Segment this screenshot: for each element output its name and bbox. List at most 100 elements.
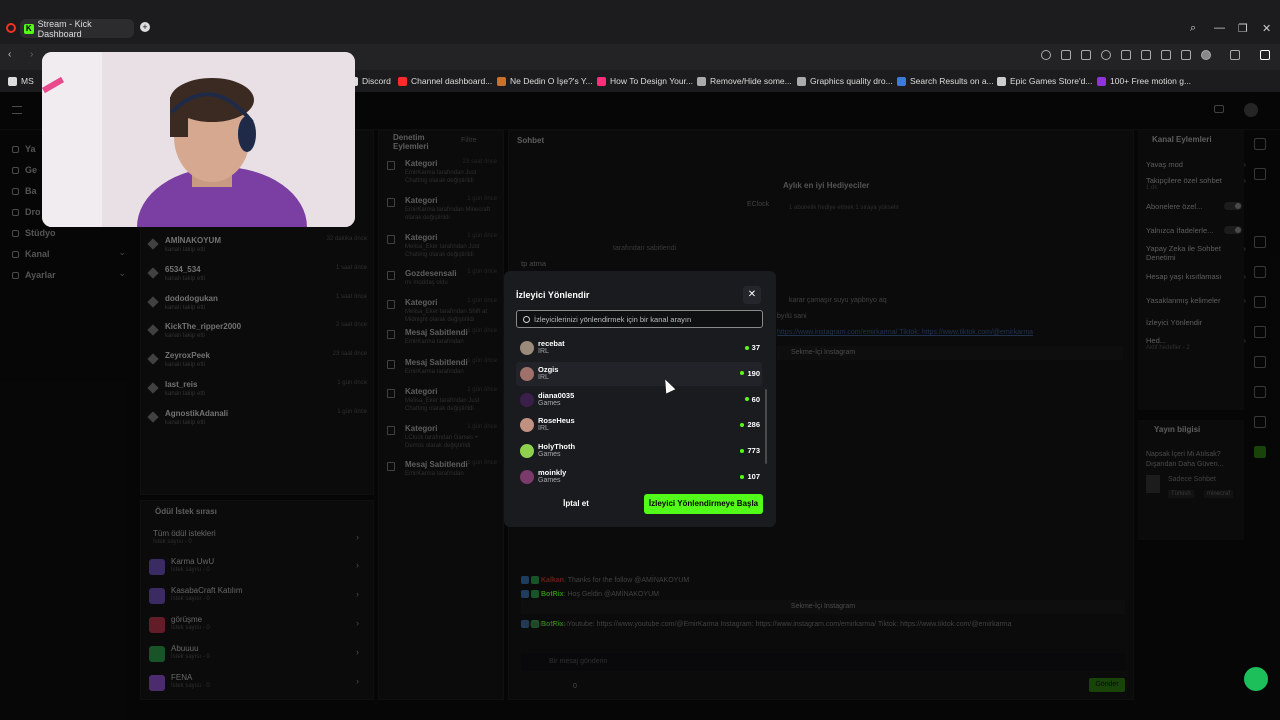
close-window-button[interactable]: ✕ — [1262, 22, 1271, 35]
viewer-count: 773 — [740, 446, 760, 455]
channel-category: Games — [538, 477, 561, 484]
channel-name: diana0035 — [538, 390, 575, 400]
ai-icon[interactable] — [1260, 50, 1270, 60]
viewer-count-value: 107 — [747, 472, 760, 481]
search-icon[interactable] — [1041, 50, 1051, 60]
tab-title: Stream - Kick Dashboard — [37, 18, 92, 39]
menu-icon[interactable] — [1181, 50, 1191, 60]
bookmark-label: Remove/Hide some... — [710, 76, 792, 86]
bookmark-favicon-icon — [797, 76, 806, 86]
channel-name: RoseHeus — [538, 416, 575, 426]
bookmark-label: Channel dashboard... — [411, 76, 493, 86]
channel-search-input[interactable] — [534, 314, 759, 324]
start-host-button[interactable]: İzleyici Yönlendirmeye Başla — [644, 494, 763, 514]
channel-item[interactable]: recebat IRL 37 — [516, 336, 762, 360]
bookmark-label: Epic Games Store'd... — [1010, 76, 1093, 86]
channel-category: IRL — [538, 425, 549, 433]
channel-avatar — [520, 341, 534, 355]
maximize-button[interactable]: ❐ — [1238, 22, 1248, 35]
channel-avatar — [520, 418, 534, 433]
channel-item[interactable]: diana0035 Games 60 — [516, 388, 762, 412]
opera-logo-icon[interactable] — [6, 23, 16, 33]
channel-name: moinkly — [538, 468, 567, 477]
bookmark-item[interactable]: Epic Games Store'd... — [997, 76, 1092, 86]
heart-icon[interactable] — [1141, 50, 1151, 60]
channel-item[interactable]: RoseHeus IRL 286 — [516, 413, 762, 437]
channel-name: recebat — [538, 339, 565, 348]
extensions-icon[interactable] — [1230, 50, 1240, 60]
webcam-overlay — [42, 52, 355, 227]
channel-search-field[interactable] — [516, 310, 763, 328]
bookmark-item[interactable]: How To Design Your... — [597, 76, 693, 86]
bookmark-favicon-icon — [897, 76, 906, 86]
channel-item[interactable]: moinkly Games 107 — [516, 465, 762, 486]
viewer-count-value: 286 — [747, 420, 760, 430]
viewer-count-value: 37 — [751, 343, 760, 352]
bookmark-favicon-icon — [597, 76, 606, 86]
modal-title: İzleyici Yönlendir — [516, 290, 590, 300]
search-tabs-icon[interactable]: ⌕ — [1190, 22, 1196, 35]
webcam-person-image — [42, 52, 355, 227]
browser-tab[interactable]: K Stream - Kick Dashboard — [20, 18, 134, 39]
bookmark-label: Search Results on a... — [910, 76, 994, 86]
search-icon — [523, 315, 530, 323]
bookmark-item[interactable]: Ne Dedin O İşe?'s Y... — [497, 76, 593, 86]
bookmark-item[interactable]: Remove/Hide some... — [697, 76, 792, 86]
viewer-count-value: 773 — [747, 446, 760, 456]
download-icon[interactable] — [1161, 50, 1171, 60]
shield-icon[interactable] — [1101, 50, 1111, 60]
viewer-count: 190 — [740, 369, 760, 378]
channel-category: Games — [538, 451, 561, 459]
back-icon[interactable]: ‹ — [8, 49, 11, 60]
host-viewers-modal: İzleyici Yönlendir ✕ recebatIRL37OzgisIR… — [504, 271, 776, 527]
close-icon[interactable]: ✕ — [743, 286, 761, 304]
kick-favicon-icon: K — [24, 23, 34, 34]
bookmark-item[interactable]: Graphics quality dro... — [797, 76, 893, 86]
scrollbar[interactable] — [765, 389, 767, 464]
bookmark-favicon-icon — [8, 76, 17, 86]
bookmark-label: MS — [21, 76, 34, 86]
viewer-count-value: 190 — [747, 368, 760, 378]
bookmark-favicon-icon — [697, 76, 706, 86]
channel-category: IRL — [538, 373, 549, 381]
live-dot-icon — [740, 474, 745, 479]
bookmark-label: 100+ Free motion g... — [1110, 76, 1192, 86]
channel-category: Games — [538, 399, 561, 407]
viewer-count-value: 60 — [751, 394, 760, 404]
channel-category: IRL — [538, 348, 549, 355]
channel-avatar — [520, 392, 534, 407]
channel-item[interactable]: Ozgis IRL 190 — [516, 361, 762, 386]
bookmark-item[interactable]: 100+ Free motion g... — [1097, 76, 1191, 86]
cancel-button[interactable]: İptal et — [516, 494, 636, 514]
forward-icon[interactable]: › — [30, 49, 33, 60]
minimize-button[interactable]: — — [1214, 22, 1225, 34]
play-icon[interactable] — [1121, 50, 1131, 60]
camera-icon[interactable] — [1081, 50, 1091, 60]
channel-name: HolyThoth — [538, 442, 576, 452]
edit-icon[interactable] — [1061, 50, 1071, 60]
viewer-count: 37 — [744, 343, 760, 352]
viewer-count: 107 — [740, 472, 760, 481]
live-dot-icon — [744, 397, 749, 402]
bookmark-item[interactable]: Search Results on a... — [897, 76, 994, 86]
channel-item[interactable]: HolyThoth Games 773 — [516, 439, 762, 463]
bookmark-favicon-icon — [1097, 76, 1106, 86]
bookmark-label: Ne Dedin O İşe?'s Y... — [510, 76, 593, 86]
bookmark-favicon-icon — [497, 76, 506, 86]
bookmark-label: Graphics quality dro... — [810, 76, 893, 86]
profile-avatar-icon[interactable] — [1201, 50, 1211, 60]
bookmark-label: Discord — [362, 76, 391, 86]
viewer-count: 60 — [744, 394, 760, 404]
live-dot-icon — [740, 371, 745, 376]
help-chat-button[interactable] — [1244, 667, 1268, 691]
bookmark-item[interactable]: Channel dashboard... — [398, 76, 492, 86]
new-tab-button[interactable]: + — [140, 22, 150, 32]
channel-avatar — [520, 444, 534, 459]
channel-avatar — [520, 470, 534, 484]
live-dot-icon — [744, 345, 749, 350]
channel-list: recebat IRL 37 Ozgis IRL 190 diana0035 Games 60 R… — [516, 336, 766, 486]
bookmark-favicon-icon — [398, 76, 407, 86]
bookmark-item[interactable]: Discord — [349, 76, 391, 86]
live-dot-icon — [740, 422, 745, 427]
bookmark-item[interactable]: MS — [8, 76, 34, 86]
